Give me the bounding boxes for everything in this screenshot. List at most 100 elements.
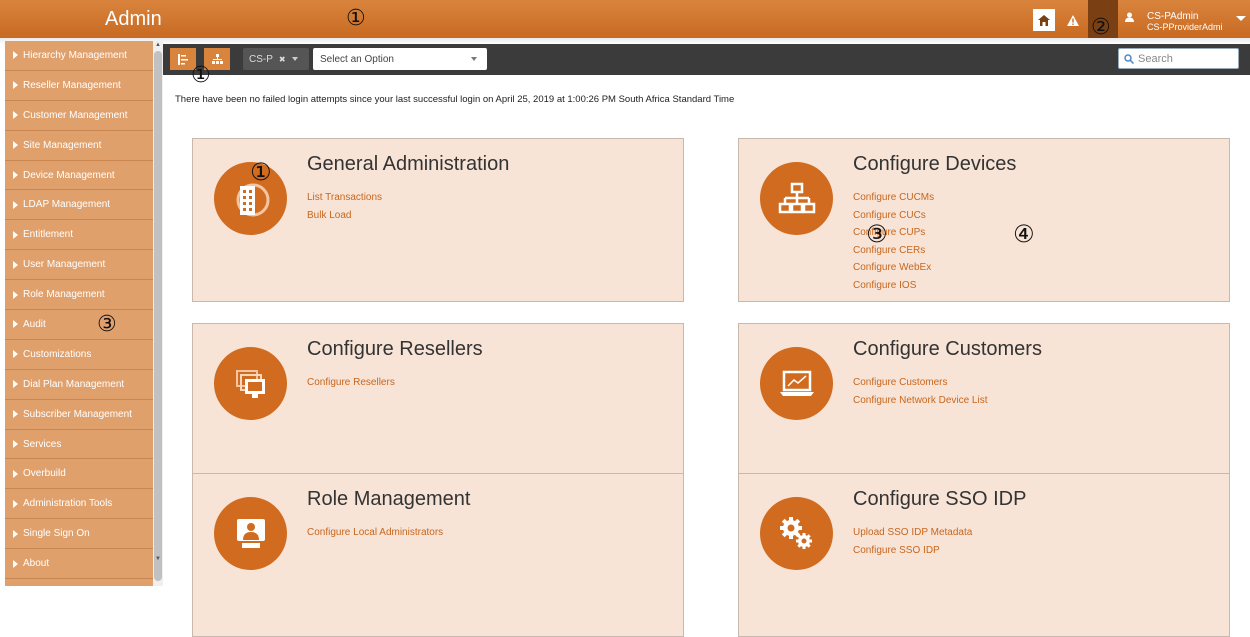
caret-right-icon — [13, 380, 18, 389]
link-list-transactions[interactable]: List Transactions — [307, 189, 382, 207]
home-icon — [1038, 14, 1050, 26]
card-title: Configure Customers — [853, 338, 1042, 360]
caret-right-icon — [13, 111, 18, 120]
presenter-icon — [214, 497, 287, 570]
sidebar-item-about[interactable]: About — [5, 549, 155, 580]
close-icon[interactable]: ✖ — [279, 55, 286, 64]
laptop-chart-icon — [760, 347, 833, 420]
search-icon — [1124, 53, 1134, 64]
sidebar-item-hierarchy-management[interactable]: Hierarchy Management — [5, 41, 155, 71]
hierarchy-chip-label: CS-P — [249, 53, 273, 65]
scroll-up-icon[interactable]: ▲ — [155, 42, 161, 48]
sidebar-item-overbuild[interactable]: Overbuild — [5, 459, 155, 490]
caret-right-icon — [13, 260, 18, 269]
card-links: Upload SSO IDP Metadata Configure SSO ID… — [853, 524, 972, 559]
link-configure-sso-idp[interactable]: Configure SSO IDP — [853, 542, 972, 560]
chevron-down-icon — [471, 57, 477, 61]
callout-marker: ③ — [97, 312, 117, 337]
login-status-message: There have been no failed login attempts… — [175, 94, 735, 105]
link-configure-cucms[interactable]: Configure CUCMs — [853, 189, 934, 207]
caret-right-icon — [13, 499, 18, 508]
caret-right-icon — [13, 141, 18, 150]
search-placeholder: Search — [1138, 52, 1173, 65]
card-links: Configure Local Administrators — [307, 524, 443, 542]
sidebar-item-customer-management[interactable]: Customer Management — [5, 101, 155, 131]
caret-right-icon — [13, 290, 18, 299]
sidebar-item-reseller-management[interactable]: Reseller Management — [5, 71, 155, 101]
card-title: Configure SSO IDP — [853, 488, 1027, 510]
callout-marker: ④ — [1013, 220, 1035, 248]
link-configure-network-device-list[interactable]: Configure Network Device List — [853, 392, 988, 410]
link-configure-resellers[interactable]: Configure Resellers — [307, 374, 395, 392]
card-configure-devices: Configure Devices Configure CUCMs Config… — [738, 138, 1230, 302]
sidebar-item-user-management[interactable]: User Management — [5, 250, 155, 281]
sidebar-item-dial-plan-management[interactable]: Dial Plan Management — [5, 370, 155, 400]
callout-marker: ② — [1091, 15, 1111, 40]
caret-right-icon — [13, 51, 18, 60]
card-title: Configure Resellers — [307, 338, 483, 360]
card-role-management: Role Management Configure Local Administ… — [192, 473, 684, 637]
caret-right-icon — [13, 410, 18, 419]
callout-marker: ① — [250, 158, 272, 186]
caret-right-icon — [13, 320, 18, 329]
user-icon — [1125, 12, 1134, 22]
card-configure-customers: Configure Customers Configure Customers … — [738, 323, 1230, 487]
sidebar-item-administration-tools[interactable]: Administration Tools — [5, 489, 155, 520]
sidebar-item-device-management[interactable]: Device Management — [5, 161, 155, 191]
sidebar-item-single-sign-on[interactable]: Single Sign On — [5, 519, 155, 550]
card-links: Configure Customers Configure Network De… — [853, 374, 988, 409]
network-icon — [760, 162, 833, 235]
callout-marker: ① — [346, 6, 366, 31]
sidebar-item-services[interactable]: Services — [5, 430, 155, 460]
caret-right-icon — [13, 559, 18, 568]
caret-right-icon — [13, 171, 18, 179]
hierarchy-select-value: Select an Option — [320, 53, 394, 65]
gears-icon — [760, 497, 833, 570]
user-name[interactable]: CS-PAdmin — [1147, 11, 1199, 22]
card-title: Configure Devices — [853, 153, 1017, 175]
caret-right-icon — [13, 350, 18, 359]
card-links: List Transactions Bulk Load — [307, 189, 382, 224]
home-button[interactable] — [1033, 9, 1055, 31]
link-configure-ios[interactable]: Configure IOS — [853, 277, 934, 295]
sidebar-item-site-management[interactable]: Site Management — [5, 131, 155, 161]
card-title: Role Management — [307, 488, 471, 510]
link-configure-customers[interactable]: Configure Customers — [853, 374, 988, 392]
list-tree-icon — [178, 53, 188, 65]
caret-right-icon — [13, 200, 18, 209]
hierarchy-select[interactable]: Select an Option — [313, 48, 487, 70]
sidebar-item-subscriber-management[interactable]: Subscriber Management — [5, 400, 155, 430]
sidebar: Hierarchy Management Reseller Management… — [5, 41, 155, 586]
chevron-down-icon[interactable] — [1236, 16, 1246, 21]
caret-right-icon — [13, 81, 18, 90]
caret-right-icon — [13, 230, 18, 239]
chevron-down-icon[interactable] — [291, 57, 298, 61]
card-title: General Administration — [307, 153, 510, 175]
sidebar-scrollbar[interactable]: ▲ ▼ — [153, 41, 163, 586]
alert-icon — [1067, 14, 1079, 26]
sidebar-item-audit[interactable]: Audit — [5, 310, 155, 340]
app-title: Admin — [105, 8, 162, 30]
card-configure-sso-idp: Configure SSO IDP Upload SSO IDP Metadat… — [738, 473, 1230, 637]
search-input[interactable]: Search — [1118, 48, 1239, 69]
card-links: Configure Resellers — [307, 374, 395, 392]
card-configure-resellers: Configure Resellers Configure Resellers — [192, 323, 684, 487]
scrollbar-thumb[interactable] — [154, 51, 162, 581]
monitors-icon — [214, 347, 287, 420]
link-configure-local-administrators[interactable]: Configure Local Administrators — [307, 524, 443, 542]
user-role[interactable]: CS-PProviderAdmin — [1147, 22, 1223, 32]
sidebar-item-entitlement[interactable]: Entitlement — [5, 220, 155, 251]
link-bulk-load[interactable]: Bulk Load — [307, 207, 382, 225]
callout-marker: ① — [191, 63, 211, 88]
scroll-down-icon[interactable]: ▼ — [155, 556, 161, 562]
sidebar-item-customizations[interactable]: Customizations — [5, 340, 155, 370]
hierarchy-chip[interactable]: CS-P ✖ — [243, 48, 309, 70]
caret-right-icon — [13, 529, 18, 538]
sidebar-item-ldap-management[interactable]: LDAP Management — [5, 190, 155, 221]
link-configure-webex[interactable]: Configure WebEx — [853, 259, 934, 277]
sitemap-icon — [211, 54, 223, 64]
sidebar-item-role-management[interactable]: Role Management — [5, 280, 155, 311]
caret-right-icon — [13, 469, 18, 478]
alert-button[interactable] — [1062, 9, 1084, 31]
link-upload-sso-idp-metadata[interactable]: Upload SSO IDP Metadata — [853, 524, 972, 542]
